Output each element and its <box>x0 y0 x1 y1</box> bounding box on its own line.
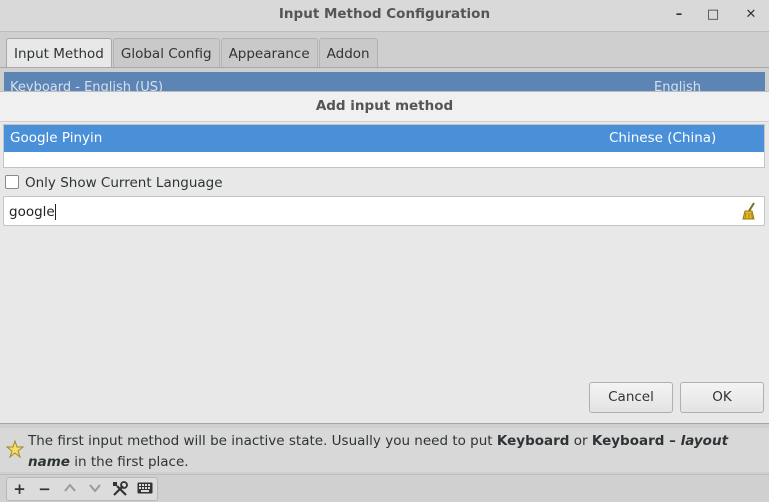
add-button[interactable]: + <box>7 478 32 500</box>
minimize-button[interactable]: – <box>668 5 690 25</box>
input-method-results-list[interactable]: Google Pinyin Chinese (China) <box>3 124 765 168</box>
close-button[interactable]: ✕ <box>740 5 762 25</box>
cancel-button[interactable]: Cancel <box>589 382 673 413</box>
hint-text: The first input method will be inactive … <box>28 431 768 473</box>
hint-area: The first input method will be inactive … <box>0 428 769 472</box>
tab-addon[interactable]: Addon <box>318 38 378 68</box>
result-language: Chinese (China) <box>609 130 717 146</box>
only-current-language-label: Only Show Current Language <box>25 175 223 191</box>
maximize-button[interactable]: □ <box>702 5 724 25</box>
hint-keyboard: Keyboard <box>496 433 570 449</box>
chevron-down-icon <box>88 484 101 493</box>
window-title: Input Method Configuration <box>278 6 491 22</box>
search-value: google <box>9 204 56 220</box>
hint-keyboard-layout: Keyboard – <box>591 433 681 449</box>
hint-part: or <box>569 433 592 449</box>
dialog-title: Add input method <box>0 92 769 122</box>
bottom-toolbar: + − <box>0 474 769 502</box>
remove-button[interactable]: − <box>32 478 57 500</box>
tab-appearance[interactable]: Appearance <box>220 38 318 68</box>
title-bar: Input Method Configuration – □ ✕ <box>0 0 769 32</box>
star-icon <box>5 439 25 459</box>
add-input-method-dialog: Add input method Google Pinyin Chinese (… <box>0 91 769 424</box>
only-current-language-checkbox[interactable] <box>5 175 19 189</box>
hint-part: The first input method will be inactive … <box>28 433 497 449</box>
result-name: Google Pinyin <box>10 130 103 146</box>
tab-global-config[interactable]: Global Config <box>112 38 220 68</box>
only-current-language-row[interactable]: Only Show Current Language <box>5 172 223 194</box>
configure-button[interactable] <box>107 478 132 500</box>
keyboard-icon <box>137 482 152 494</box>
tab-bar: Input Method Global Config Appearance Ad… <box>6 38 379 68</box>
hint-part: in the first place. <box>69 454 189 470</box>
ok-button[interactable]: OK <box>680 382 764 413</box>
tools-icon <box>112 481 128 496</box>
chevron-up-icon <box>63 483 76 492</box>
search-input[interactable]: google <box>3 196 765 226</box>
toolbar-button-group: + − <box>6 477 158 501</box>
list-item[interactable]: Google Pinyin Chinese (China) <box>4 125 764 152</box>
tab-frame-border <box>0 67 769 68</box>
broom-icon[interactable] <box>741 202 757 220</box>
move-down-button[interactable] <box>82 478 107 500</box>
move-up-button[interactable] <box>57 478 82 500</box>
tab-input-method[interactable]: Input Method <box>6 38 112 68</box>
keyboard-layout-button[interactable] <box>132 478 157 500</box>
